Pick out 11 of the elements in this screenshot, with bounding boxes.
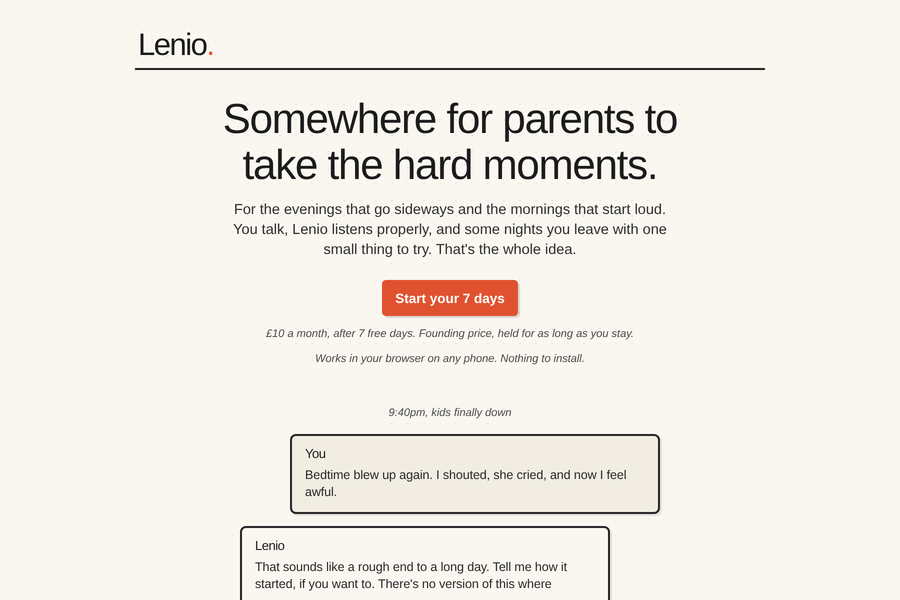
start-trial-button[interactable]: Start your 7 days (382, 280, 518, 316)
hero-description: For the evenings that go sideways and the mornings that start loud. You talk, Lenio listens properly, and some nights you leave with one small thing to try. That's the whole idea. (232, 201, 668, 260)
chat-timestamp: 9:40pm, kids finally down (388, 406, 512, 421)
message-text: Bedtime blew up again. I shouted, she cried, and now I feel awful. (305, 467, 628, 501)
message-text: That sounds like a rough end to a long day. Tell me how it started, if you want to. There's no version of this where (255, 559, 568, 593)
logo: Lenio. (137, 26, 214, 64)
hero-heading: Somewhere for parents to take the hard moments. (222, 96, 678, 188)
sender-name: You (305, 445, 326, 463)
sender-name: Lenio (255, 537, 286, 555)
note-text: Works in your browser on any phone. Nothing to install. (315, 352, 585, 367)
note-text: £10 a month, after 7 free days. Founding price, held for as long as you stay. (266, 327, 634, 342)
